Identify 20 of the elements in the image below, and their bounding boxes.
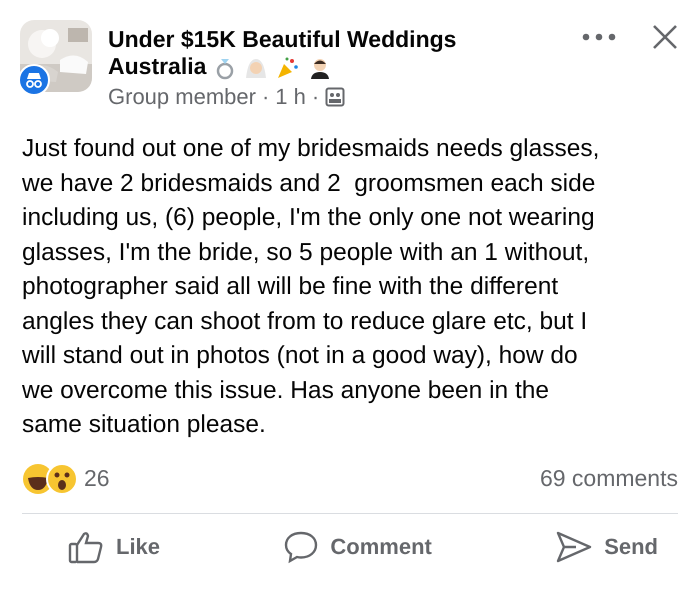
incognito-badge-icon — [18, 64, 50, 96]
comment-count[interactable]: 69 comments — [540, 465, 678, 492]
reaction-count[interactable]: 26 — [84, 465, 110, 492]
group-audience-icon — [325, 87, 346, 107]
more-options-icon[interactable] — [582, 33, 616, 41]
group-name[interactable]: Under $15K Beautiful Weddings Australia — [108, 26, 528, 80]
send-button[interactable]: Send — [556, 530, 658, 564]
separator-dot: · — [262, 84, 270, 110]
comment-button[interactable]: Comment — [284, 530, 432, 564]
speech-bubble-icon — [284, 530, 318, 564]
thumbs-up-icon — [68, 530, 104, 564]
wow-reaction-icon — [46, 462, 78, 494]
send-icon — [556, 530, 592, 562]
close-icon[interactable] — [652, 24, 678, 50]
like-button[interactable]: Like — [68, 530, 160, 564]
separator-dot: · — [312, 84, 320, 110]
post-time[interactable]: 1 h — [275, 84, 306, 110]
party-popper-icon — [276, 56, 300, 80]
author-role: Group member — [108, 84, 256, 110]
post-text: Just found out one of my bridesmaids needs glasses, we have 2 bridesmaids and 2 groomsmen each side including us, (6) people, I'm the only one not wearing glasses, I'm the bride, so 5 people with an 1 without, photographer said all will be fine with the different angles they can shoot from to reduce glare etc, but I will stand out in photos (not in a good way), how do we overcome this issue. Has anyone been in the same situation please. — [22, 134, 600, 440]
